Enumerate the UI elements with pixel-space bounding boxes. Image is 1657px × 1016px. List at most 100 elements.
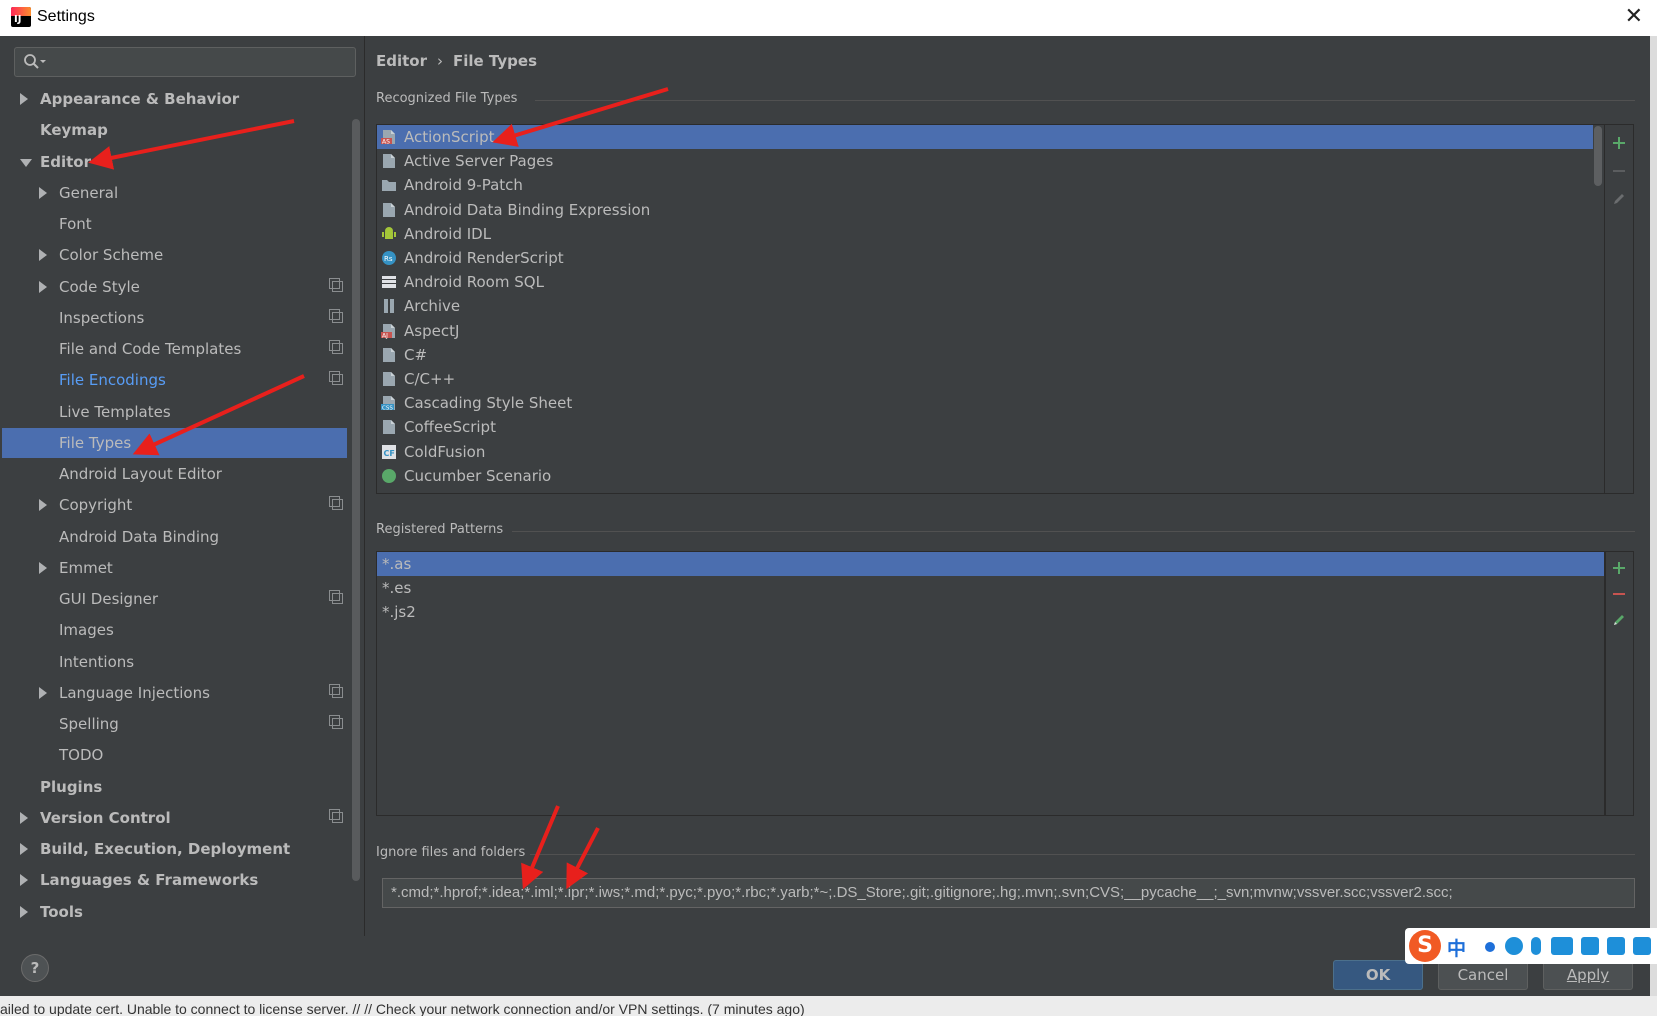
sidebar-item-file-types[interactable]: File Types [2, 427, 347, 458]
add-pattern-icon[interactable] [1611, 560, 1627, 576]
help-button[interactable]: ? [21, 954, 49, 982]
file-type-row[interactable]: Rs Android RenderScript [377, 246, 1593, 270]
ime-toolbar[interactable]: S 中 [1405, 928, 1657, 964]
user-icon[interactable] [1581, 937, 1599, 955]
project-settings-icon [329, 590, 343, 604]
file-type-row[interactable]: CSS Cascading Style Sheet [377, 391, 1593, 415]
chevron-right-icon[interactable] [39, 686, 47, 699]
sidebar-item-language-injections[interactable]: Language Injections [2, 678, 347, 708]
file-type-row[interactable]: C# [377, 343, 1593, 367]
file-type-row[interactable]: CF ColdFusion [377, 440, 1593, 464]
sidebar-item-general[interactable]: General [2, 178, 347, 208]
microphone-icon[interactable] [1531, 937, 1541, 955]
file-types-toolbar [1604, 124, 1634, 494]
remove-pattern-icon[interactable] [1611, 586, 1627, 602]
breadcrumb-parent[interactable]: Editor [376, 52, 427, 70]
file-type-row[interactable]: Android Room SQL [377, 270, 1593, 294]
sidebar-item-android-layout-editor[interactable]: Android Layout Editor [2, 459, 347, 489]
sidebar-item-label: Code Style [59, 277, 140, 296]
sidebar-item-spelling[interactable]: Spelling [2, 709, 347, 739]
sidebar-item-editor[interactable]: Editor [2, 147, 347, 177]
sidebar-item-keymap[interactable]: Keymap [2, 115, 347, 145]
sidebar-item-tools[interactable]: Tools [2, 897, 347, 927]
sidebar-item-label: Plugins [40, 777, 103, 796]
file-type-row[interactable]: Archive [377, 294, 1593, 318]
file-type-row[interactable]: Android Data Binding Expression [377, 198, 1593, 222]
file-type-name: Cucumber Scenario [404, 466, 552, 485]
emoji-icon[interactable] [1505, 937, 1523, 955]
sidebar-item-copyright[interactable]: Copyright [2, 490, 347, 520]
edit-file-type-icon[interactable] [1611, 191, 1627, 207]
sidebar-item-languages-frameworks[interactable]: Languages & Frameworks [2, 865, 347, 895]
registered-patterns-list[interactable]: *.as *.es *.js2 [376, 551, 1606, 816]
sidebar-item-file-encodings[interactable]: File Encodings [2, 365, 347, 395]
file-type-row[interactable]: Cucumber Scenario [377, 464, 1593, 488]
sidebar-scrollbar[interactable] [352, 119, 360, 881]
sidebar-item-gui-designer[interactable]: GUI Designer [2, 584, 347, 614]
ignore-files-input[interactable]: *.cmd;*.hprof;*.idea;*.iml;*.ipr;*.iws;*… [382, 878, 1635, 908]
file-type-row[interactable]: CoffeeScript [377, 415, 1593, 439]
apply-button[interactable]: Apply [1543, 960, 1633, 990]
keyboard-icon[interactable] [1551, 937, 1573, 955]
sidebar-item-emmet[interactable]: Emmet [2, 553, 347, 583]
sidebar-item-code-style[interactable]: Code Style [2, 272, 347, 302]
pattern-row[interactable]: *.as [377, 552, 1605, 576]
search-icon [24, 54, 46, 69]
sidebar-item-appearance-behavior[interactable]: Appearance & Behavior [2, 84, 347, 114]
file-type-row[interactable]: AJ AspectJ [377, 319, 1593, 343]
chevron-right-icon[interactable] [39, 249, 47, 262]
section-separator [535, 100, 1635, 101]
skin-icon[interactable] [1607, 937, 1625, 955]
remove-file-type-icon[interactable] [1611, 163, 1627, 179]
sidebar-item-font[interactable]: Font [2, 209, 347, 239]
recognized-file-types-list[interactable]: AS ActionScript Active Server Pages Android… [376, 124, 1612, 494]
file-type-row[interactable]: AS ActionScript [377, 125, 1593, 149]
chevron-right-icon[interactable] [20, 843, 28, 855]
cancel-button[interactable]: Cancel [1438, 960, 1528, 990]
ok-button[interactable]: OK [1333, 960, 1423, 990]
pattern-row[interactable]: *.js2 [377, 600, 1605, 624]
ime-chinese-mode[interactable]: 中 [1447, 934, 1466, 961]
chevron-right-icon[interactable] [20, 874, 28, 887]
file-type-row[interactable]: C/C++ [377, 367, 1593, 391]
sidebar-item-inspections[interactable]: Inspections [2, 303, 347, 333]
file-type-row[interactable]: Android 9-Patch [377, 173, 1593, 197]
punctuation-icon[interactable] [1485, 942, 1495, 952]
sidebar-item-label: File Encodings [59, 371, 166, 390]
file-type-row[interactable]: Active Server Pages [377, 149, 1593, 173]
chevron-right-icon[interactable] [20, 905, 28, 918]
chevron-right-icon[interactable] [39, 186, 47, 199]
sidebar-item-plugins[interactable]: Plugins [2, 772, 347, 802]
close-icon[interactable]: ✕ [1625, 4, 1643, 29]
sidebar-item-android-data-binding[interactable]: Android Data Binding [2, 522, 347, 552]
sidebar-item-color-scheme[interactable]: Color Scheme [2, 240, 347, 270]
doc-file-icon [383, 347, 395, 362]
sidebar-item-images[interactable]: Images [2, 615, 347, 645]
chevron-right-icon[interactable] [20, 811, 28, 824]
chevron-right-icon[interactable] [39, 499, 47, 512]
chevron-right-icon[interactable] [39, 561, 47, 574]
add-file-type-icon[interactable] [1611, 135, 1627, 151]
archive-file-icon [384, 299, 394, 314]
project-settings-icon [329, 496, 343, 511]
sidebar-item-build-execution-deployment[interactable]: Build, Execution, Deployment [2, 834, 347, 864]
breadcrumb-current: File Types [453, 52, 537, 70]
sidebar-item-todo[interactable]: TODO [2, 740, 347, 770]
sogou-logo-icon[interactable]: S [1409, 930, 1441, 962]
sidebar-item-version-control[interactable]: Version Control [2, 803, 347, 833]
sidebar-item-intentions[interactable]: Intentions [2, 647, 347, 677]
status-bar: ailed to update cert. Unable to connect … [0, 996, 1657, 1016]
chevron-right-icon[interactable] [39, 280, 47, 293]
chevron-right-icon[interactable] [20, 93, 28, 105]
edit-pattern-icon[interactable] [1611, 612, 1627, 628]
file-type-row[interactable]: Android IDL [377, 222, 1593, 246]
file-types-scrollbar[interactable] [1594, 126, 1602, 186]
pane-divider[interactable] [364, 36, 365, 936]
toolbox-icon[interactable] [1633, 937, 1651, 955]
settings-search-input[interactable] [14, 47, 356, 77]
sidebar-item-label: Images [59, 621, 114, 640]
sidebar-item-live-templates[interactable]: Live Templates [2, 397, 347, 427]
pattern-row[interactable]: *.es [377, 576, 1605, 600]
chevron-down-icon[interactable] [20, 158, 32, 167]
sidebar-item-file-and-code-templates[interactable]: File and Code Templates [2, 334, 347, 364]
